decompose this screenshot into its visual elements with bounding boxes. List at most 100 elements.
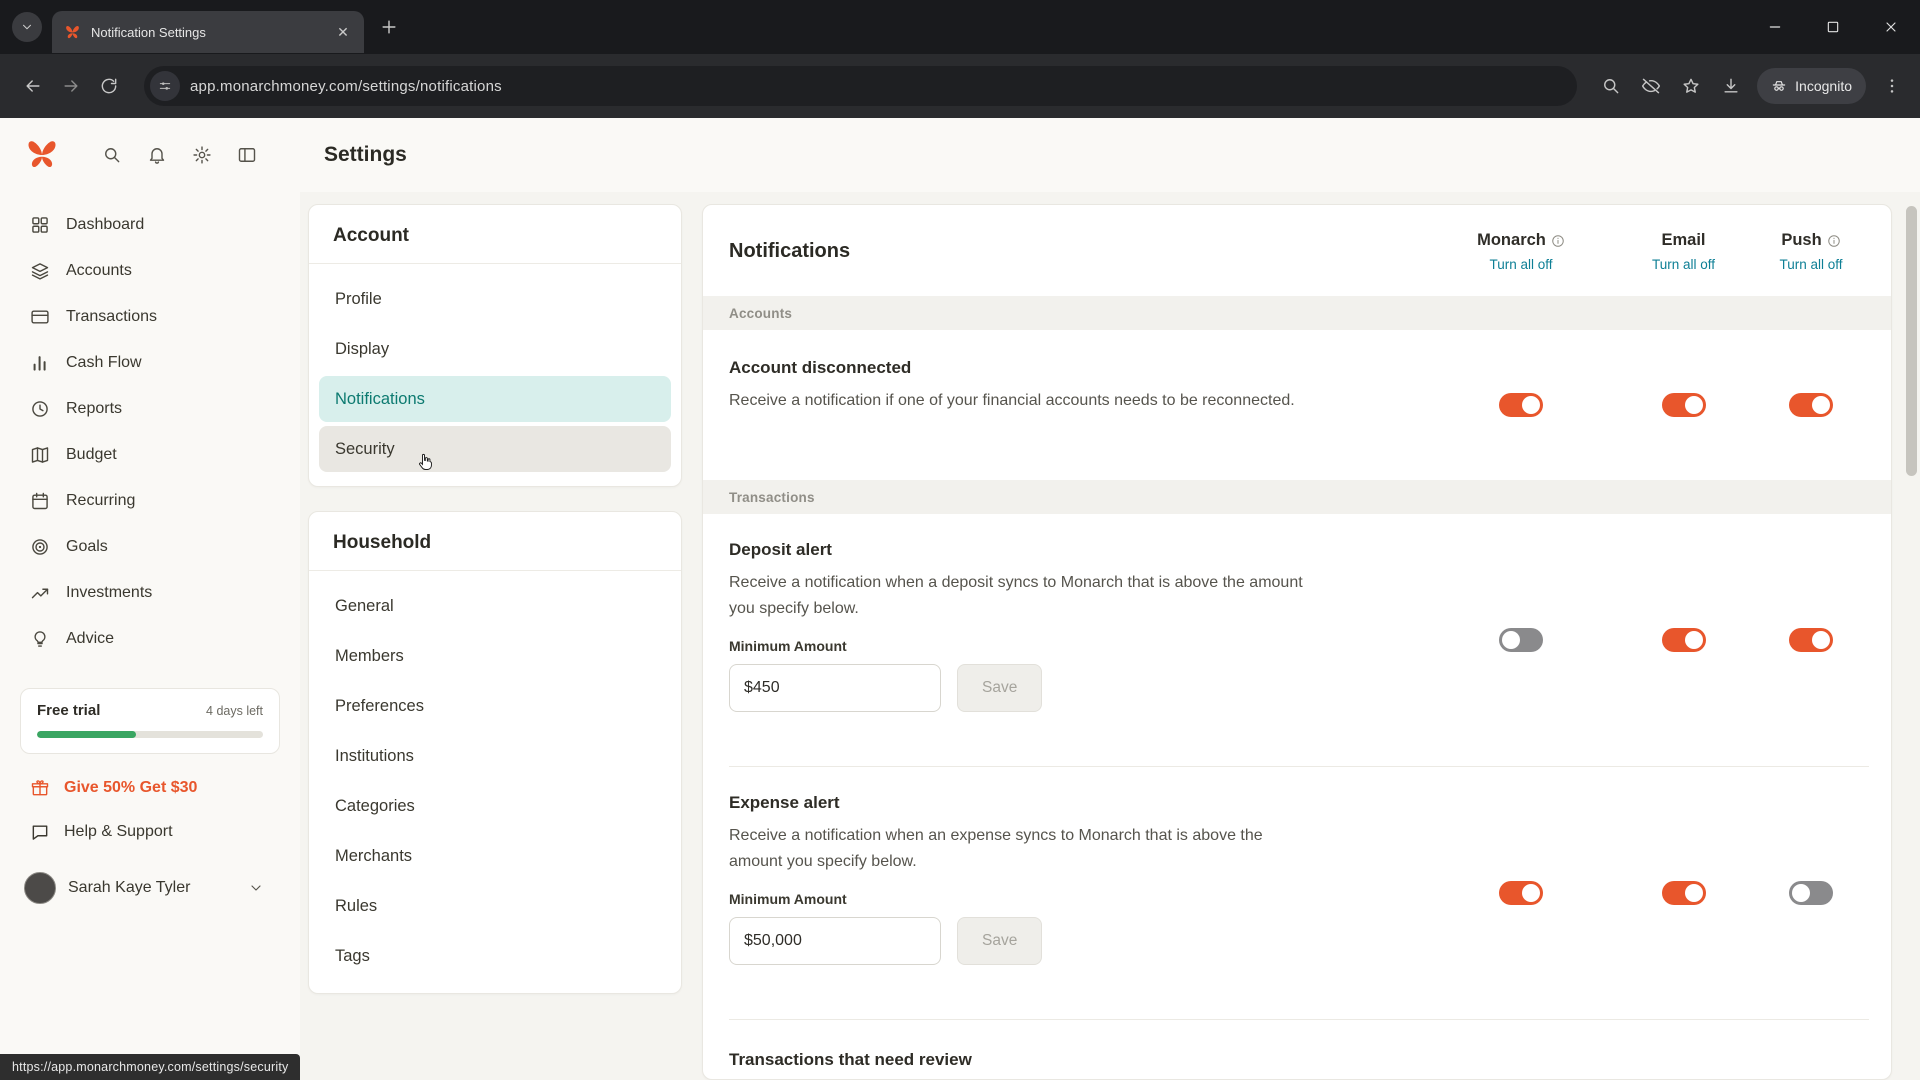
nav-item-label: Categories bbox=[335, 796, 415, 815]
back-button[interactable] bbox=[14, 67, 52, 105]
nav-item-label: Institutions bbox=[335, 746, 414, 765]
toggle-deposit-email[interactable] bbox=[1661, 628, 1706, 652]
recurring-icon bbox=[32, 492, 48, 510]
close-button[interactable] bbox=[1862, 0, 1920, 54]
settings-nav-categories[interactable]: Categories bbox=[319, 783, 671, 829]
url-text: app.monarchmoney.com/settings/notificati… bbox=[190, 77, 502, 95]
sidebar-label: Transactions bbox=[66, 308, 157, 325]
reload-button[interactable] bbox=[90, 67, 128, 105]
toggle-expense-email[interactable] bbox=[1661, 881, 1706, 905]
toggle-account-disconnected-push[interactable] bbox=[1789, 393, 1833, 417]
chevron-down-icon bbox=[23, 24, 31, 30]
settings-nav-merchants[interactable]: Merchants bbox=[319, 833, 671, 879]
info-icon[interactable] bbox=[1551, 234, 1565, 248]
min-amount-label: Minimum Amount bbox=[729, 891, 847, 907]
search-icon bbox=[105, 147, 120, 162]
browser-menu-button[interactable] bbox=[1874, 68, 1910, 104]
nav-item-label: Preferences bbox=[335, 696, 424, 715]
site-info-button[interactable] bbox=[150, 71, 180, 101]
toggle-account-disconnected-monarch[interactable] bbox=[1499, 393, 1543, 417]
deposit-amount-input[interactable] bbox=[729, 664, 941, 712]
search-button[interactable] bbox=[102, 145, 123, 166]
bookmark-button[interactable] bbox=[1673, 68, 1709, 104]
advice-icon bbox=[34, 631, 46, 647]
forward-button[interactable] bbox=[52, 67, 90, 105]
toggle-expense-monarch[interactable] bbox=[1499, 881, 1543, 905]
tab-title: Notification Settings bbox=[91, 24, 206, 40]
settings-nav-profile[interactable]: Profile bbox=[319, 276, 671, 322]
chat-icon bbox=[32, 825, 48, 840]
sidebar-item-recurring[interactable]: Recurring bbox=[0, 478, 300, 524]
promo-label: Give 50% Get $30 bbox=[64, 779, 198, 796]
sidebar-item-reports[interactable]: Reports bbox=[0, 386, 300, 432]
forward-icon bbox=[64, 80, 78, 92]
panel-icon bbox=[238, 147, 256, 162]
new-tab-button[interactable] bbox=[372, 10, 406, 44]
sidebar-item-accounts[interactable]: Accounts bbox=[0, 248, 300, 294]
sidebar-item-advice[interactable]: Advice bbox=[0, 616, 300, 662]
deposit-save-button[interactable]: Save bbox=[957, 664, 1043, 712]
minimize-button[interactable] bbox=[1746, 0, 1804, 54]
toggle-expense-push[interactable] bbox=[1789, 881, 1833, 905]
nav-item-label: Rules bbox=[335, 896, 378, 915]
url-bar[interactable]: app.monarchmoney.com/settings/notificati… bbox=[144, 66, 1578, 106]
sidebar-item-cash-flow[interactable]: Cash Flow bbox=[0, 340, 300, 386]
settings-nav-tags[interactable]: Tags bbox=[319, 933, 671, 979]
window-controls bbox=[1746, 0, 1920, 54]
help-support-link[interactable]: Help & Support bbox=[0, 806, 300, 850]
settings-nav-security[interactable]: Security bbox=[319, 426, 671, 472]
referral-promo-link[interactable]: Give 50% Get $30 bbox=[0, 758, 300, 806]
page-scrollbar[interactable] bbox=[1906, 206, 1917, 1080]
tab-search-button[interactable] bbox=[12, 12, 42, 42]
downloads-button[interactable] bbox=[1713, 68, 1749, 104]
turn-all-off-email[interactable]: Turn all off bbox=[1652, 257, 1715, 272]
browser-tab[interactable]: Notification Settings ✕ bbox=[52, 11, 364, 53]
kebab-menu-icon bbox=[1890, 79, 1894, 93]
expense-amount-input[interactable] bbox=[729, 917, 941, 965]
settings-nav-notifications[interactable]: Notifications bbox=[319, 376, 671, 422]
password-visibility-button[interactable] bbox=[1633, 68, 1669, 104]
info-icon[interactable] bbox=[1827, 234, 1841, 248]
row-transactions-need-review: Transactions that need review bbox=[703, 1020, 1891, 1070]
mouse-cursor bbox=[419, 453, 432, 470]
settings-nav-rules[interactable]: Rules bbox=[319, 883, 671, 929]
minimize-icon bbox=[1769, 26, 1781, 28]
settings-nav: Account Profile Display Notifications Se… bbox=[308, 204, 682, 1080]
turn-all-off-push[interactable]: Turn all off bbox=[1779, 257, 1842, 272]
sidebar-label: Dashboard bbox=[66, 216, 145, 233]
tab-close-icon[interactable]: ✕ bbox=[332, 21, 354, 43]
transactions-icon bbox=[31, 310, 49, 324]
settings-nav-preferences[interactable]: Preferences bbox=[319, 683, 671, 729]
maximize-button[interactable] bbox=[1804, 0, 1862, 54]
settings-nav-members[interactable]: Members bbox=[319, 633, 671, 679]
page-title: Settings bbox=[324, 143, 407, 166]
monarch-app: Settings Dashboard Accounts Transactions bbox=[0, 118, 1920, 1080]
scrollbar-thumb[interactable] bbox=[1906, 206, 1917, 476]
zoom-button[interactable] bbox=[1593, 68, 1629, 104]
row-title: Expense alert bbox=[729, 793, 840, 812]
sidebar-item-transactions[interactable]: Transactions bbox=[0, 294, 300, 340]
settings-nav-general[interactable]: General bbox=[319, 583, 671, 629]
sidebar-item-budget[interactable]: Budget bbox=[0, 432, 300, 478]
status-bar-link-preview: https://app.monarchmoney.com/settings/se… bbox=[0, 1054, 301, 1080]
toggle-deposit-push[interactable] bbox=[1789, 628, 1833, 652]
incognito-badge: Incognito bbox=[1757, 68, 1866, 104]
sidebar-item-investments[interactable]: Investments bbox=[0, 570, 300, 616]
settings-nav-display[interactable]: Display bbox=[319, 326, 671, 372]
settings-nav-institutions[interactable]: Institutions bbox=[319, 733, 671, 779]
notifications-bell-button[interactable] bbox=[147, 145, 168, 166]
toggle-deposit-monarch[interactable] bbox=[1499, 628, 1543, 652]
row-description: Receive a notification when a deposit sy… bbox=[729, 574, 1303, 617]
help-label: Help & Support bbox=[64, 823, 173, 840]
expense-save-button[interactable]: Save bbox=[957, 917, 1043, 965]
avatar bbox=[24, 872, 56, 904]
sidebar-item-dashboard[interactable]: Dashboard bbox=[0, 202, 300, 248]
sidebar-label: Recurring bbox=[66, 492, 136, 509]
turn-all-off-monarch[interactable]: Turn all off bbox=[1489, 257, 1552, 272]
trial-title: Free trial bbox=[37, 702, 101, 719]
sidebar-item-goals[interactable]: Goals bbox=[0, 524, 300, 570]
user-menu[interactable]: Sarah Kaye Tyler bbox=[0, 864, 300, 912]
settings-gear-button[interactable] bbox=[192, 145, 213, 166]
sidebar-toggle-button[interactable] bbox=[237, 145, 258, 166]
toggle-account-disconnected-email[interactable] bbox=[1661, 393, 1706, 417]
